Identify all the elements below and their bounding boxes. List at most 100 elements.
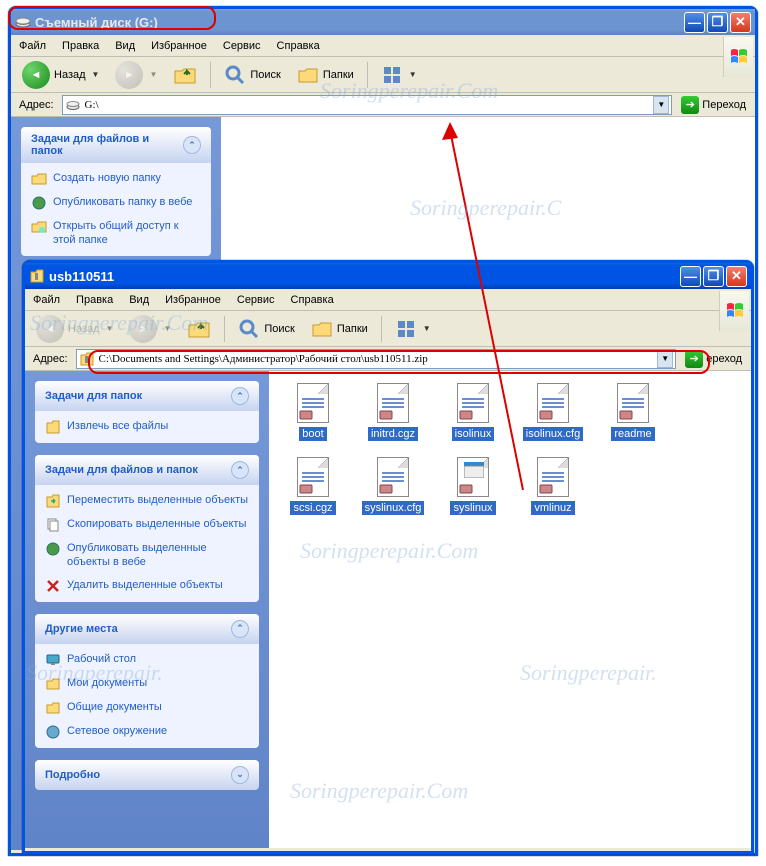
menu-edit[interactable]: Правка bbox=[68, 291, 121, 309]
menu-file[interactable]: Файл bbox=[11, 37, 54, 55]
panel-header[interactable]: Задачи для файлов и папок⌃ bbox=[35, 455, 259, 485]
xp-logo bbox=[719, 291, 749, 331]
go-button[interactable]: ➔ереход bbox=[680, 349, 747, 369]
place-shared-documents[interactable]: Общие документы bbox=[45, 700, 249, 716]
task-share-folder[interactable]: Открыть общий доступ к этой папке bbox=[31, 219, 201, 248]
address-input-wrapper[interactable]: ▼ bbox=[76, 349, 677, 369]
address-input[interactable] bbox=[65, 99, 654, 111]
menu-view[interactable]: Вид bbox=[121, 291, 157, 309]
menu-tools[interactable]: Сервис bbox=[229, 291, 283, 309]
up-button[interactable] bbox=[166, 59, 204, 91]
file-item[interactable]: readme bbox=[601, 383, 665, 441]
folder-up-icon bbox=[187, 317, 211, 341]
views-button[interactable]: ▼ bbox=[374, 60, 424, 90]
content-area: Задачи для папок⌃ Извлечь все файлы Зада… bbox=[25, 371, 751, 848]
search-button[interactable]: Поиск bbox=[231, 314, 301, 344]
titlebar-usb[interactable]: usb110511 — ❐ ✕ bbox=[25, 263, 751, 289]
go-button[interactable]: ➔ Переход bbox=[676, 95, 751, 115]
task-delete[interactable]: Удалить выделенные объекты bbox=[45, 578, 249, 594]
file-item[interactable]: isolinux bbox=[441, 383, 505, 441]
maximize-button[interactable]: ❐ bbox=[707, 12, 728, 33]
folder-tasks-panel: Задачи для папок⌃ Извлечь все файлы bbox=[35, 381, 259, 443]
minimize-button[interactable]: — bbox=[684, 12, 705, 33]
menu-favorites[interactable]: Избранное bbox=[143, 37, 215, 55]
go-icon: ➔ bbox=[681, 96, 699, 114]
minimize-button[interactable]: — bbox=[680, 266, 701, 287]
zip-icon bbox=[29, 268, 45, 284]
folder-icon bbox=[45, 676, 61, 692]
details-panel: Подробно⌄ bbox=[35, 760, 259, 790]
menu-help[interactable]: Справка bbox=[283, 291, 342, 309]
file-name: readme bbox=[611, 427, 654, 441]
address-dropdown[interactable]: ▼ bbox=[653, 96, 669, 114]
titlebar-g-drive[interactable]: Съемный диск (G:) — ❐ ✕ bbox=[11, 9, 755, 35]
file-item[interactable]: initrd.cgz bbox=[361, 383, 425, 441]
menu-help[interactable]: Справка bbox=[269, 37, 328, 55]
place-network[interactable]: Сетевое окружение bbox=[45, 724, 249, 740]
address-bar: Адрес: ▼ ➔ Переход bbox=[11, 93, 755, 117]
views-button[interactable]: ▼ bbox=[388, 314, 438, 344]
task-publish-folder[interactable]: Опубликовать папку в вебе bbox=[31, 195, 201, 211]
go-icon: ➔ bbox=[685, 350, 703, 368]
address-input[interactable] bbox=[79, 353, 658, 365]
window-title: usb110511 bbox=[49, 269, 114, 284]
network-icon bbox=[45, 724, 61, 740]
file-item[interactable]: scsi.cgz bbox=[281, 457, 345, 515]
task-new-folder[interactable]: Создать новую папку bbox=[31, 171, 201, 187]
file-item[interactable]: syslinux bbox=[441, 457, 505, 515]
task-extract-all[interactable]: Извлечь все файлы bbox=[45, 419, 249, 435]
menu-view[interactable]: Вид bbox=[107, 37, 143, 55]
forward-button: ► ▼ bbox=[122, 311, 178, 347]
place-my-documents[interactable]: Мои документы bbox=[45, 676, 249, 692]
chevron-down-icon: ▼ bbox=[92, 70, 100, 79]
file-icon bbox=[293, 383, 333, 423]
menu-edit[interactable]: Правка bbox=[54, 37, 107, 55]
panel-header[interactable]: Задачи для файлов и папок⌃ bbox=[21, 127, 211, 163]
back-button[interactable]: ◄ Назад ▼ bbox=[15, 57, 106, 93]
menu-tools[interactable]: Сервис bbox=[215, 37, 269, 55]
window-title: Съемный диск (G:) bbox=[35, 15, 158, 30]
share-icon bbox=[31, 219, 47, 235]
close-button[interactable]: ✕ bbox=[730, 12, 751, 33]
file-item[interactable]: syslinux.cfg bbox=[361, 457, 425, 515]
folder-plus-icon bbox=[31, 171, 47, 187]
file-item[interactable]: isolinux.cfg bbox=[521, 383, 585, 441]
menu-favorites[interactable]: Избранное bbox=[157, 291, 229, 309]
task-publish[interactable]: Опубликовать выделенные объекты в вебе bbox=[45, 541, 249, 570]
address-label: Адрес: bbox=[15, 99, 58, 111]
panel-header[interactable]: Подробно⌄ bbox=[35, 760, 259, 790]
globe-icon bbox=[45, 541, 61, 557]
task-copy[interactable]: Скопировать выделенные объекты bbox=[45, 517, 249, 533]
folder-icon bbox=[45, 700, 61, 716]
task-move[interactable]: Переместить выделенные объекты bbox=[45, 493, 249, 509]
collapse-icon: ⌃ bbox=[231, 387, 249, 405]
folders-button[interactable]: Папки bbox=[290, 60, 361, 90]
file-list[interactable]: boot initrd.cgz isolinux isolinux.cfg readme… bbox=[269, 371, 751, 848]
address-input-wrapper[interactable]: ▼ bbox=[62, 95, 673, 115]
file-item[interactable]: boot bbox=[281, 383, 345, 441]
file-folder-tasks-panel: Задачи для файлов и папок⌃ Переместить в… bbox=[35, 455, 259, 602]
address-bar: Адрес: ▼ ➔ереход bbox=[25, 347, 751, 371]
up-button[interactable] bbox=[180, 313, 218, 345]
panel-header[interactable]: Задачи для папок⌃ bbox=[35, 381, 259, 411]
views-icon bbox=[381, 64, 403, 86]
forward-icon: ► bbox=[129, 315, 157, 343]
menu-file[interactable]: Файл bbox=[25, 291, 68, 309]
file-name: syslinux.cfg bbox=[362, 501, 425, 515]
drive-icon bbox=[65, 97, 81, 113]
file-item[interactable]: vmlinuz bbox=[521, 457, 585, 515]
back-button: ◄ Назад ▼ bbox=[29, 311, 120, 347]
maximize-button[interactable]: ❐ bbox=[703, 266, 724, 287]
place-desktop[interactable]: Рабочий стол bbox=[45, 652, 249, 668]
file-name: isolinux.cfg bbox=[523, 427, 583, 441]
file-icon bbox=[533, 383, 573, 423]
folders-icon bbox=[311, 318, 333, 340]
search-button[interactable]: Поиск bbox=[217, 60, 287, 90]
folders-button[interactable]: Папки bbox=[304, 314, 375, 344]
other-places-panel: Другие места⌃ Рабочий стол Мои документы… bbox=[35, 614, 259, 748]
expand-icon: ⌄ bbox=[231, 766, 249, 784]
copy-icon bbox=[45, 517, 61, 533]
panel-header[interactable]: Другие места⌃ bbox=[35, 614, 259, 644]
address-dropdown[interactable]: ▼ bbox=[657, 350, 673, 368]
close-button[interactable]: ✕ bbox=[726, 266, 747, 287]
